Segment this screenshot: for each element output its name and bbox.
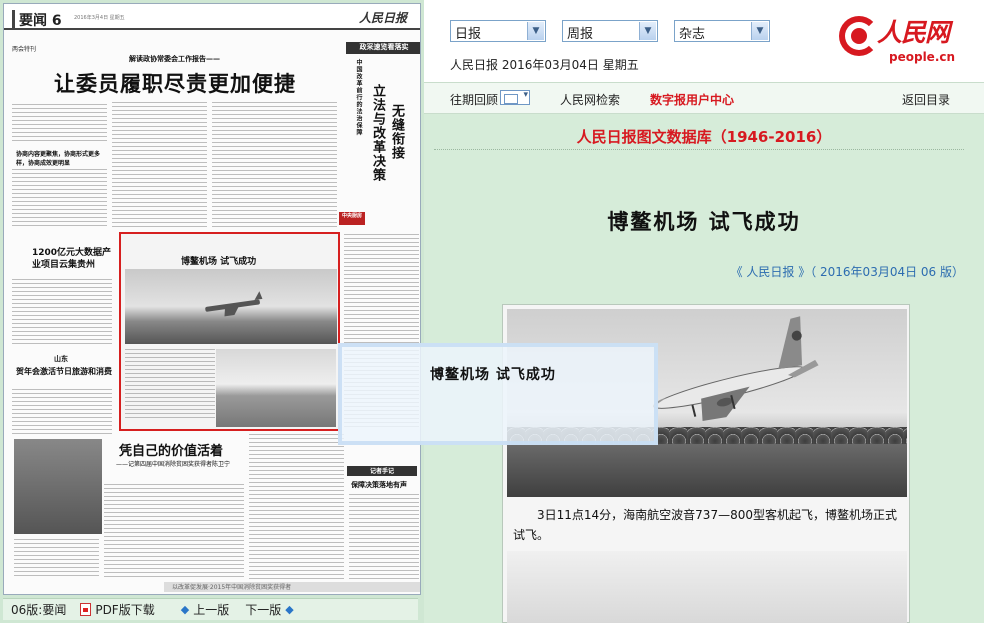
page-section: 要闻 6: [12, 10, 62, 30]
chevron-down-icon: ▼: [751, 22, 768, 40]
text-block: [249, 434, 344, 579]
article-title: 博鳌机场 试飞成功: [607, 210, 801, 234]
article-photo-thumb: [125, 269, 337, 344]
page-header: 要闻 6 2016年3月4日 星期五 人民日报: [4, 4, 420, 30]
pdf-download-link[interactable]: PDF版下载: [95, 601, 154, 618]
text-block: [349, 494, 419, 579]
feature-photo: [14, 439, 102, 534]
issue-dateline: 人民日报 2016年03月04日 星期五: [450, 58, 639, 72]
story-headline-2: 贺年会激活节日旅游和消费: [16, 367, 112, 376]
divider: [434, 149, 964, 150]
people-logo[interactable]: 人民网 people.cn: [839, 10, 979, 70]
chevron-down-icon: ▼: [527, 22, 544, 40]
text-block: [12, 104, 107, 144]
nav-bar: 往期回顾 人民网检索 数字报用户中心 返回目录: [424, 82, 984, 114]
corner-tag: 政采速览看落实: [346, 42, 420, 54]
next-arrow-icon: ◆: [285, 603, 294, 616]
text-block: [112, 102, 207, 227]
magazine-select[interactable]: 杂志 ▼: [674, 20, 770, 42]
vertical-headline-1: 立法与改革决策: [370, 84, 385, 182]
archive-link[interactable]: 往期回顾: [450, 91, 498, 108]
text-block: [12, 389, 112, 434]
top-bar: 日报 ▼ 周报 ▼ 杂志 ▼ 人民日报 2016年03月04日 星期五 人民网 …: [424, 0, 984, 82]
article-panel: 日报 ▼ 周报 ▼ 杂志 ▼ 人民日报 2016年03月04日 星期五 人民网 …: [424, 0, 984, 623]
pdf-icon: [80, 603, 92, 616]
text-block: [125, 349, 215, 419]
current-page-label: 06版:要闻: [11, 603, 67, 617]
text-block: [212, 102, 337, 227]
calendar-picker-icon[interactable]: [500, 90, 530, 105]
text-block: [14, 539, 99, 579]
story-region: 山东: [54, 355, 68, 363]
page-date: 2016年3月4日 星期五: [74, 15, 125, 21]
weekly-select[interactable]: 周报 ▼: [562, 20, 658, 42]
next-page-link[interactable]: 下一版: [245, 601, 281, 618]
text-block: [12, 169, 107, 229]
highlighted-article-box[interactable]: 博鳌机场 试飞成功: [119, 232, 340, 431]
newspaper-panel: 要闻 6 2016年3月4日 星期五 人民日报 两会特刊 解读政协常委会工作报告…: [0, 0, 424, 623]
airplane-graphic: [653, 316, 819, 421]
prev-page-link[interactable]: 上一版: [193, 601, 229, 618]
vertical-headline-2: 无缝衔接: [389, 104, 404, 160]
database-title: 人民日报图文数据库（1946-2016）: [576, 128, 832, 146]
text-block: [12, 279, 112, 344]
prev-arrow-icon: ◆: [180, 603, 190, 616]
back-to-contents-link[interactable]: 返回目录: [902, 91, 950, 108]
hover-tooltip: 博鳌机场 试飞成功: [338, 343, 658, 445]
header-tag: 两会特刊: [12, 46, 37, 53]
photo-caption: 3日11点14分，海南航空波音737—800型客机起飞，博鳌机场正式试飞。: [513, 508, 897, 542]
story-headline-1: 1200亿元大数据产业项目云集贵州: [32, 248, 112, 270]
comment-headline: 保障决策落地有声: [351, 481, 407, 489]
page-masthead: 人民日报: [359, 11, 408, 25]
feature-headline: 凭自己的价值活着: [119, 444, 224, 459]
newspaper-page[interactable]: 要闻 6 2016年3月4日 星期五 人民日报 两会特刊 解读政协常委会工作报告…: [3, 3, 421, 595]
badge-red: 中央厨房: [339, 212, 365, 225]
user-center-link[interactable]: 数字报用户中心: [650, 91, 734, 108]
article-source[interactable]: 《 人民日报 》（ 2016年03月04日 06 版）: [731, 263, 964, 280]
main-headline: 让委员履职尽责更加便捷: [54, 72, 296, 96]
chevron-down-icon: ▼: [639, 22, 656, 40]
runway: [507, 444, 907, 497]
text-block: [104, 484, 244, 579]
comment-label: 记者手记: [347, 466, 417, 476]
page-pager: 06版:要闻 PDF版下载 ◆ 上一版 下一版 ◆: [3, 598, 418, 620]
feature-subheadline: ——记第四届中国消除贫困奖获得者陈卫宁: [116, 461, 231, 468]
boxed-headline: 博鳌机场 试飞成功: [181, 257, 257, 267]
side-vertical-text: 中国改革前行的法治保障: [355, 59, 362, 136]
airport-photo-thumb: [216, 349, 336, 427]
sub-headline: 解读政协常委会工作报告——: [129, 55, 220, 63]
small-headline-1: 协商内容更聚焦，协商形式更多样，协商成效更明显: [16, 151, 101, 167]
daily-select[interactable]: 日报 ▼: [450, 20, 546, 42]
search-link[interactable]: 人民网检索: [560, 91, 620, 108]
tooltip-title: 博鳌机场 试飞成功: [430, 367, 556, 383]
second-photo: [507, 551, 907, 623]
footer-band: 以改革促发展·2015年中国消除贫困奖获得者: [164, 582, 420, 592]
